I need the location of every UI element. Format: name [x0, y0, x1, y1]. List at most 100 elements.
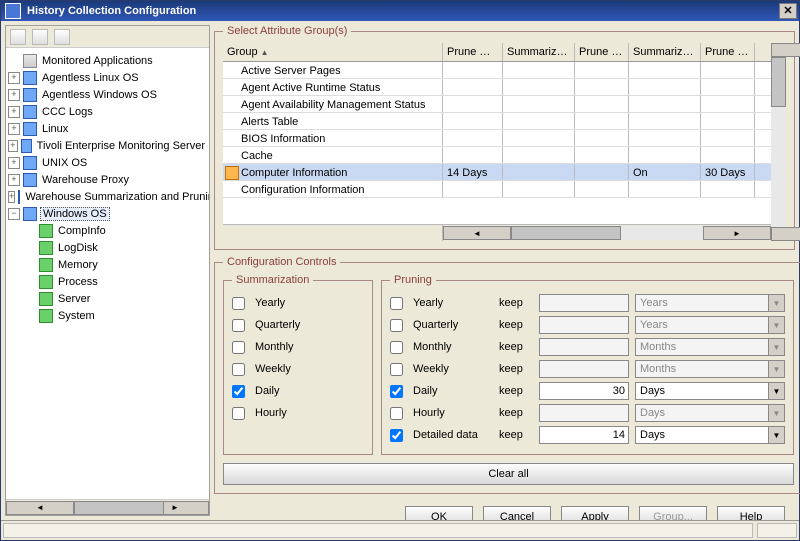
tree-item-process[interactable]: Process: [56, 276, 100, 288]
expander-icon[interactable]: −: [8, 208, 20, 220]
expander-icon[interactable]: +: [8, 106, 20, 118]
tree-item-linux[interactable]: Linux: [40, 123, 70, 135]
prun-monthly-value: [539, 338, 629, 356]
scroll-left-icon[interactable]: ◄: [6, 501, 74, 515]
prun-yearly-checkbox[interactable]: [390, 297, 403, 310]
grid-scroll-track[interactable]: [511, 226, 703, 240]
tree-root[interactable]: Monitored Applications: [40, 55, 155, 67]
folder-icon: [21, 139, 32, 153]
expander-icon[interactable]: +: [8, 123, 20, 135]
summ-quarterly-checkbox[interactable]: [232, 319, 245, 332]
cell-group[interactable]: Active Server Pages: [223, 62, 443, 78]
right-pane: Select Attribute Group(s) Group▲ Prune D…: [214, 25, 795, 516]
table-row[interactable]: Active Server Pages: [223, 62, 771, 79]
tree-item-agentless-windows-os[interactable]: Agentless Windows OS: [40, 89, 159, 101]
cell-group[interactable]: Configuration Information: [223, 181, 443, 197]
expander-icon[interactable]: +: [8, 157, 20, 169]
col-prune-detailed[interactable]: Prune Detailed: [443, 43, 503, 61]
book-icon[interactable]: [10, 29, 26, 45]
col-summarize-hourly[interactable]: Summarize Hourly: [503, 43, 575, 61]
cell-group[interactable]: BIOS Information: [223, 130, 443, 146]
prun-daily-value[interactable]: [539, 382, 629, 400]
col-prune-daily[interactable]: Prune Daily: [701, 43, 755, 61]
grid-body[interactable]: Active Server PagesAgent Active Runtime …: [223, 62, 771, 225]
expander-icon[interactable]: +: [8, 191, 15, 203]
expander-icon[interactable]: +: [8, 174, 20, 186]
tree-item-warehouse-summarization-and-pruning-agent[interactable]: Warehouse Summarization and Pruning Agen…: [23, 191, 209, 203]
tree-item-logdisk[interactable]: LogDisk: [56, 242, 100, 254]
summ-weekly-checkbox[interactable]: [232, 363, 245, 376]
tree-hscroll[interactable]: ◄ ►: [6, 499, 209, 515]
summ-yearly-checkbox[interactable]: [232, 297, 245, 310]
refresh-icon[interactable]: [32, 29, 48, 45]
table-row[interactable]: Configuration Information: [223, 181, 771, 198]
prun-weekly-checkbox[interactable]: [390, 363, 403, 376]
tree-item-tivoli-enterprise-monitoring-server[interactable]: Tivoli Enterprise Monitoring Server: [35, 140, 207, 152]
folder-icon: [23, 122, 37, 136]
tree-item-compinfo[interactable]: CompInfo: [56, 225, 108, 237]
scroll-track[interactable]: [74, 501, 141, 515]
leaf-icon: [39, 292, 53, 306]
scroll-thumb[interactable]: [74, 501, 164, 515]
expander-icon[interactable]: +: [8, 140, 18, 152]
save-icon[interactable]: [54, 29, 70, 45]
grid-scroll-thumb[interactable]: [511, 226, 621, 240]
keep-label: keep: [499, 319, 533, 331]
expander-icon[interactable]: +: [8, 72, 20, 84]
table-row[interactable]: Computer Information14 DaysOn30 Days: [223, 164, 771, 181]
col-summarize-daily[interactable]: Summarize Daily: [629, 43, 701, 61]
config-legend: Configuration Controls: [223, 256, 340, 268]
tree-item-system[interactable]: System: [56, 310, 97, 322]
tree-item-agentless-linux-os[interactable]: Agentless Linux OS: [40, 72, 141, 84]
grid-scroll-left-icon[interactable]: ◄: [443, 226, 511, 240]
dropdown-icon[interactable]: ▼: [768, 427, 784, 443]
table-row[interactable]: Alerts Table: [223, 113, 771, 130]
cell-prune-daily: [701, 181, 755, 197]
keep-label: keep: [499, 429, 533, 441]
prun-detailed-data-unit-combo[interactable]: Days▼: [635, 426, 785, 444]
grid-vscroll-thumb[interactable]: [771, 57, 786, 107]
cell-prune-detailed: [443, 181, 503, 197]
prun-monthly-checkbox[interactable]: [390, 341, 403, 354]
table-row[interactable]: Cache: [223, 147, 771, 164]
prun-yearly-unit-combo: Years▼: [635, 294, 785, 312]
expander-icon[interactable]: +: [8, 89, 20, 101]
table-row[interactable]: Agent Active Runtime Status: [223, 79, 771, 96]
col-prune-hourly[interactable]: Prune Hourly: [575, 43, 629, 61]
grid-vscroll[interactable]: ▲ ▼: [771, 43, 786, 241]
prun-detailed-data-checkbox[interactable]: [390, 429, 403, 442]
tree-item-windows-os[interactable]: Windows OS: [40, 207, 110, 221]
grid-hscroll[interactable]: ◄ ►: [223, 225, 771, 241]
sort-asc-icon: ▲: [261, 48, 269, 57]
tree-item-ccc-logs[interactable]: CCC Logs: [40, 106, 95, 118]
dropdown-icon[interactable]: ▼: [768, 383, 784, 399]
cell-group[interactable]: Agent Availability Management Status: [223, 96, 443, 112]
tree-view[interactable]: Monitored Applications + Agentless Linux O…: [6, 48, 209, 499]
dropdown-icon: ▼: [768, 339, 784, 355]
tree-item-warehouse-proxy[interactable]: Warehouse Proxy: [40, 174, 131, 186]
tree-item-server[interactable]: Server: [56, 293, 92, 305]
cell-group[interactable]: Alerts Table: [223, 113, 443, 129]
summ-monthly-checkbox[interactable]: [232, 341, 245, 354]
tree-item-unix-os[interactable]: UNIX OS: [40, 157, 89, 169]
cell-group[interactable]: Agent Active Runtime Status: [223, 79, 443, 95]
summ-daily-checkbox[interactable]: [232, 385, 245, 398]
prun-hourly-checkbox[interactable]: [390, 407, 403, 420]
prun-detailed-data-value[interactable]: [539, 426, 629, 444]
cell-group[interactable]: Cache: [223, 147, 443, 163]
col-group[interactable]: Group▲: [223, 43, 443, 61]
summ-hourly-checkbox[interactable]: [232, 407, 245, 420]
clear-all-button[interactable]: Clear all: [223, 463, 794, 485]
grid-scroll-down-icon[interactable]: ▼: [771, 227, 800, 241]
prun-daily-unit-combo[interactable]: Days▼: [635, 382, 785, 400]
close-button[interactable]: ✕: [779, 3, 797, 19]
table-row[interactable]: BIOS Information: [223, 130, 771, 147]
prun-quarterly-checkbox[interactable]: [390, 319, 403, 332]
grid-scroll-right-icon[interactable]: ►: [703, 226, 771, 240]
grid-scroll-up-icon[interactable]: ▲: [771, 43, 800, 57]
table-row[interactable]: Agent Availability Management Status: [223, 96, 771, 113]
cell-group[interactable]: Computer Information: [223, 164, 443, 180]
prun-weekly-label: Weekly: [413, 363, 493, 375]
prun-daily-checkbox[interactable]: [390, 385, 403, 398]
tree-item-memory[interactable]: Memory: [56, 259, 100, 271]
